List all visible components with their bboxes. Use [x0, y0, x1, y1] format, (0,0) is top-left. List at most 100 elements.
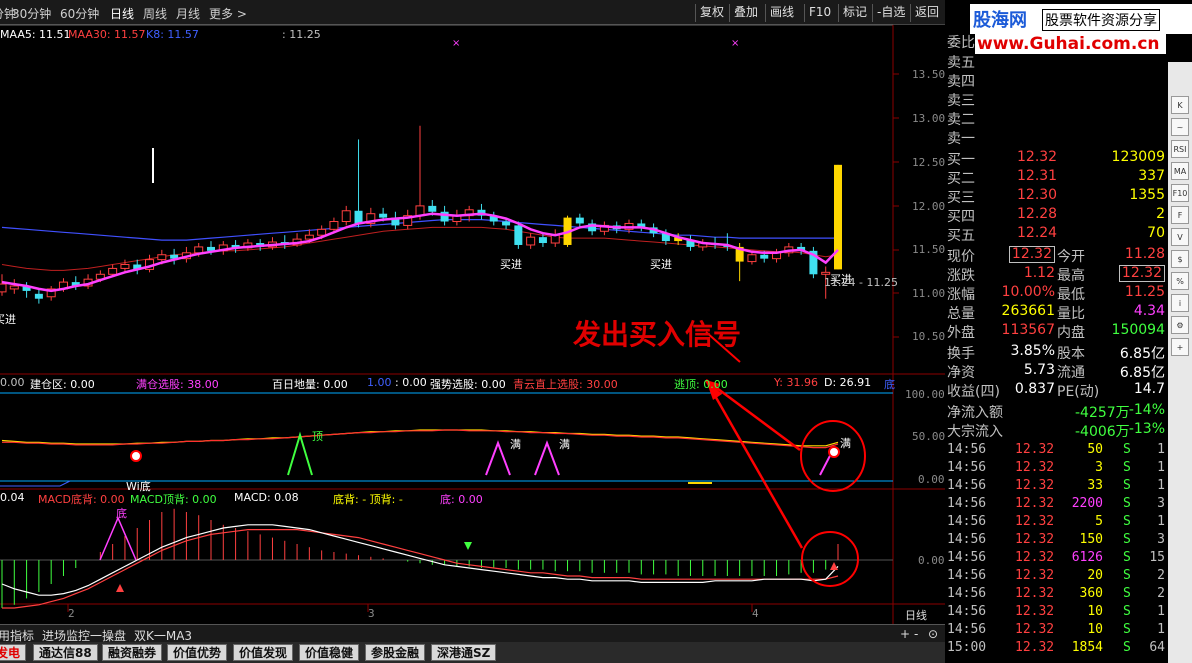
sector-tab-0[interactable]: 发电 — [0, 644, 27, 661]
zoom-out-button[interactable]: - — [914, 627, 918, 641]
quote-row-outer: 外盘 113567 内盘 150094 — [947, 322, 1165, 341]
macd-up-arrow — [830, 562, 838, 570]
sidebar-tool-icon[interactable]: V — [1171, 228, 1189, 246]
tick-side: S — [1123, 586, 1131, 601]
macd-bottom-tri — [99, 516, 137, 561]
sector-tab-7[interactable]: 深港通SZ — [431, 644, 497, 661]
tick-time: 14:56 — [947, 442, 987, 457]
candle-body — [120, 264, 130, 269]
axis-price-2: 12.50 — [912, 156, 946, 169]
ind-legend-6: 强势选股: 0.00 — [430, 378, 506, 391]
tick-side: S — [1123, 514, 1131, 529]
tick-price: 12.32 — [1015, 514, 1055, 529]
sidebar-tool-icon[interactable]: i — [1171, 294, 1189, 312]
tick-n: 1 — [1157, 514, 1165, 529]
ind-legend-7: 青云直上选股: 30.00 — [513, 378, 618, 391]
candle-body — [354, 210, 363, 224]
candle-body — [428, 205, 437, 212]
candle-body — [157, 254, 167, 261]
macd-legend-0: 0.04 — [0, 491, 25, 504]
sector-tab-6[interactable]: 参股金融 — [365, 644, 426, 661]
candle-body — [747, 254, 757, 263]
axis-ind-1: 50.00 — [912, 430, 946, 443]
tick-row: 14:56 12.32 3 S 1 — [947, 460, 1167, 478]
flow-row-block: 大宗流入 -4006万 -13% — [947, 421, 1165, 440]
tick-price: 12.32 — [1015, 532, 1055, 547]
sector-tab-5[interactable]: 价值稳健 — [299, 644, 360, 661]
annotation-arrow-line — [704, 379, 804, 549]
sidebar-tool-icon[interactable]: $ — [1171, 250, 1189, 268]
sell-row-3: 卖三 — [947, 93, 975, 109]
site-slogan: 股票软件资源分享 — [1042, 9, 1160, 31]
tick-time: 14:56 — [947, 496, 987, 511]
tick-vol: 360 — [1079, 586, 1103, 601]
tick-vol: 1854 — [1071, 640, 1103, 655]
axis-price-6: 10.50 — [912, 330, 946, 343]
sidebar-tool-icon[interactable]: ⚙ — [1171, 316, 1189, 334]
sidebar-tool-icon[interactable]: ~ — [1171, 118, 1189, 136]
sidebar-tool-icon[interactable]: RSI — [1171, 140, 1189, 158]
tick-n: 3 — [1157, 496, 1165, 511]
ind-marker-top: 顶 — [312, 430, 323, 443]
sell-row-1: 卖一 — [947, 131, 975, 147]
axis-price-3: 12.00 — [912, 200, 946, 213]
macd-up-arrow — [116, 584, 124, 592]
zoom-reset-button[interactable]: ⊙ — [928, 627, 938, 641]
ma-red-line — [1, 226, 839, 271]
buy-row-1: 买一 12.32 123009 — [947, 149, 1165, 168]
tick-time: 14:56 — [947, 514, 987, 529]
ind-legend-2: 满仓选股: 38.00 — [136, 378, 219, 391]
star-marker: × — [731, 38, 739, 49]
candle-body — [329, 221, 339, 230]
tick-time: 14:56 — [947, 532, 987, 547]
quote-row-price: 现价 12.32 今开 11.28 — [947, 246, 1165, 265]
tick-n: 64 — [1149, 640, 1165, 655]
fund-row-net: 净资 5.73 流通 6.85亿 — [947, 362, 1165, 381]
tick-row: 14:56 12.32 33 S 1 — [947, 478, 1167, 496]
tick-n: 3 — [1157, 532, 1165, 547]
axis-price-5: 11.00 — [912, 287, 946, 300]
candle-body — [575, 217, 584, 224]
sector-tab-4[interactable]: 价值发现 — [233, 644, 294, 661]
candle-body — [108, 267, 118, 275]
sector-tab-3[interactable]: 价值优势 — [167, 644, 228, 661]
period-indicator: 日线 — [905, 609, 927, 622]
quote-row-volume: 总量 263661 量比 4.34 — [947, 303, 1165, 322]
sidebar-tool-icon[interactable]: MA — [1171, 162, 1189, 180]
date-label-3: 3 — [368, 607, 375, 620]
sector-tab-1[interactable]: 通达信88 — [33, 644, 98, 661]
sell-row-5: 卖五 — [947, 55, 975, 71]
quote-row-change: 涨跌 1.12 最高 12.32 — [947, 265, 1167, 284]
candle-body — [760, 254, 769, 259]
ind-full-peak-2 — [534, 440, 560, 476]
sidebar-tool-icon[interactable]: K — [1171, 96, 1189, 114]
sector-tab-2[interactable]: 融资融券 — [102, 644, 163, 661]
tick-side: S — [1123, 532, 1131, 547]
macd-legend-2: MACD顶背: 0.00 — [130, 493, 217, 506]
tick-vol: 150 — [1079, 532, 1103, 547]
macd-legend-4: 底背: - 顶背: - — [333, 493, 403, 506]
kline-chart[interactable]: × × — [0, 0, 945, 624]
date-label-4: 4 — [752, 607, 759, 620]
tick-time: 14:56 — [947, 586, 987, 601]
buy-label-3: 买进 — [650, 258, 672, 271]
tick-n: 15 — [1149, 550, 1165, 565]
tick-price: 12.32 — [1015, 568, 1055, 583]
tick-row: 14:56 12.32 360 S 2 — [947, 586, 1167, 604]
sidebar-tool-icon[interactable]: % — [1171, 272, 1189, 290]
sidebar-tool-icon[interactable]: F — [1171, 206, 1189, 224]
buy-row-2: 买二 12.31 337 — [947, 168, 1165, 187]
tick-row: 15:00 12.32 1854 S 64 — [947, 640, 1167, 658]
tick-n: 2 — [1157, 586, 1165, 601]
order-book-header: 委比 — [947, 35, 975, 51]
ind-legend-9: Y: 31.96 — [774, 376, 818, 389]
tick-side: S — [1123, 442, 1131, 457]
zoom-in-button[interactable]: + — [900, 627, 910, 641]
sidebar-tool-icon[interactable]: F10 — [1171, 184, 1189, 202]
tick-price: 12.32 — [1015, 460, 1055, 475]
tick-vol: 33 — [1087, 478, 1103, 493]
annotation-arrows — [704, 331, 866, 587]
candle-body — [821, 271, 831, 275]
sidebar-tool-icon[interactable]: + — [1171, 338, 1189, 356]
candle-body — [9, 285, 19, 290]
